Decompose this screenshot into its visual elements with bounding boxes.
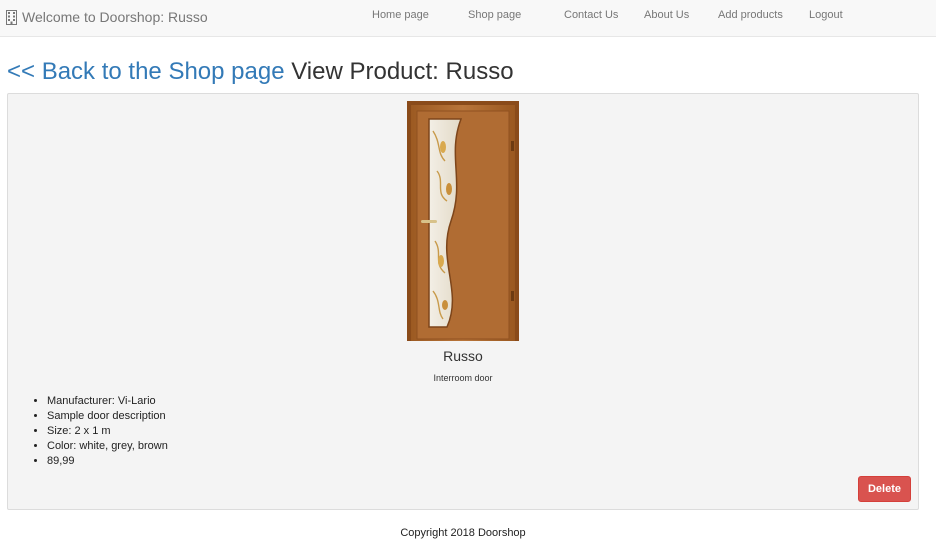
nav-contact-us[interactable]: Contact Us [564, 9, 618, 21]
footer-copyright: Copyright 2018 Doorshop [400, 527, 526, 539]
door-image [407, 101, 519, 341]
nav-logout[interactable]: Logout [809, 9, 843, 21]
brand-text: Welcome to Doorshop: Russo [22, 9, 208, 25]
delete-button[interactable]: Delete [858, 476, 911, 502]
detail-description: Sample door description [47, 409, 168, 424]
building-icon [6, 9, 17, 25]
nav-shop-page[interactable]: Shop page [468, 9, 521, 21]
detail-price: 89,99 [47, 454, 168, 469]
page-heading: << Back to the Shop page View Product: R… [7, 57, 514, 87]
nav-about-us[interactable]: About Us [644, 9, 689, 21]
back-to-shop-link[interactable]: << Back to the Shop page [7, 58, 285, 85]
brand-link[interactable]: Welcome to Doorshop: Russo [6, 8, 208, 26]
detail-manufacturer: Manufacturer: Vi-Lario [47, 394, 168, 409]
product-name: Russo [443, 348, 483, 364]
product-details-list: Manufacturer: Vi-Lario Sample door descr… [47, 394, 168, 469]
detail-color: Color: white, grey, brown [47, 439, 168, 454]
page-title: View Product: Russo [291, 58, 514, 85]
top-navbar: Welcome to Doorshop: Russo Home page Sho… [0, 0, 936, 37]
nav-add-products[interactable]: Add products [718, 9, 783, 21]
nav-home-page[interactable]: Home page [372, 9, 429, 21]
product-panel: Russo Interroom door Manufacturer: Vi-La… [7, 93, 919, 510]
product-category: Interroom door [433, 373, 493, 383]
detail-size: Size: 2 x 1 m [47, 424, 168, 439]
